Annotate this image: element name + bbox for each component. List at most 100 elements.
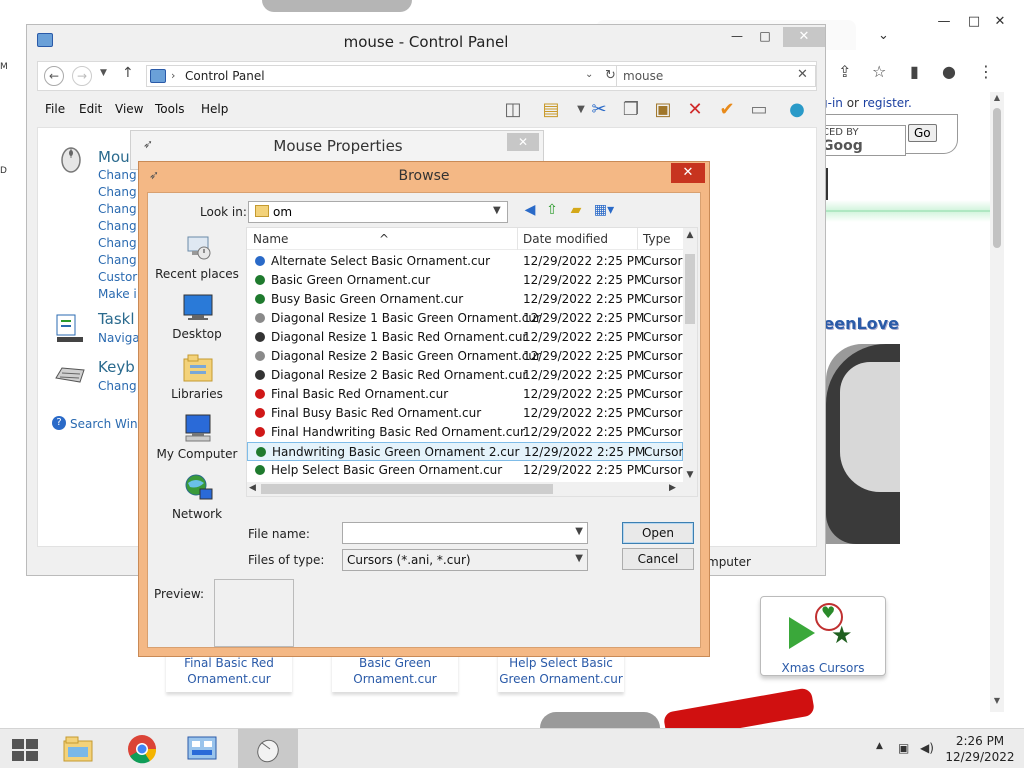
file-row[interactable]: Help Select Basic Green Ornament.cur 12/2… (247, 461, 683, 480)
file-row[interactable]: Diagonal Resize 1 Basic Green Ornament.c… (247, 309, 683, 328)
file-row[interactable]: Final Busy Basic Red Ornament.cur 12/29/2… (247, 404, 683, 423)
clock-date[interactable]: 12/29/2022 (940, 750, 1020, 764)
profile-avatar-icon[interactable]: ● (942, 62, 956, 81)
network-tray-icon[interactable]: ▣ (898, 741, 909, 755)
cursor-card-label[interactable]: Basic Green Ornament.cur (332, 655, 458, 691)
xmas-cursors-card[interactable]: ♥ ★ Xmas Cursors (760, 596, 886, 676)
delete-icon[interactable]: ✕ (683, 99, 707, 121)
menu-file[interactable]: File (45, 102, 65, 116)
mouse-task-link[interactable]: Make i (98, 287, 137, 301)
chevron-down-icon[interactable]: ▼ (575, 526, 583, 537)
file-row[interactable]: Final Handwriting Basic Red Ornament.cur… (247, 423, 683, 442)
layout-pane-icon[interactable]: ◫ (501, 99, 525, 121)
cancel-button[interactable]: Cancel (622, 548, 694, 570)
cut-icon[interactable]: ✂ (587, 99, 611, 121)
search-input[interactable]: mouse ✕ (616, 65, 816, 87)
refresh-icon[interactable]: ↻ (605, 68, 616, 83)
file-row[interactable]: Final Basic Red Ornament.cur 12/29/2022 2… (247, 385, 683, 404)
mouse-task-link[interactable]: Chang (98, 253, 137, 267)
new-folder-icon[interactable]: ▰ (566, 202, 586, 220)
share-icon[interactable]: ⇪ (838, 62, 851, 81)
mouse-task-link[interactable]: Chang (98, 185, 137, 199)
file-list-horizontal-scrollbar[interactable]: ◀ ▶ (247, 482, 697, 496)
show-hidden-icons-icon[interactable]: ▲ (876, 741, 883, 751)
scroll-down-arrow-icon[interactable]: ▼ (683, 470, 697, 480)
close-icon[interactable]: ✕ (671, 163, 705, 183)
side-panel-icon[interactable]: ▮ (910, 62, 919, 81)
keyboard-task-link[interactable]: Chang (98, 379, 137, 393)
mouse-task-link[interactable]: Chang (98, 168, 137, 182)
taskbar-mouse-properties[interactable] (238, 729, 298, 768)
column-header-date[interactable]: Date modified (523, 232, 608, 246)
properties-icon[interactable]: ▭ (747, 99, 771, 121)
recent-locations-chevron-icon[interactable]: ▼ (100, 68, 107, 78)
view-menu-icon[interactable]: ▦▾ (590, 202, 618, 220)
place-recent[interactable]: Recent places (152, 233, 242, 291)
browser-maximize-icon[interactable]: □ (964, 14, 984, 29)
back-arrow-icon[interactable]: ← (44, 66, 64, 86)
scrollbar-thumb[interactable] (685, 254, 695, 324)
scroll-up-arrow-icon[interactable]: ▲ (990, 93, 1004, 102)
column-header-type[interactable]: Type (643, 232, 671, 246)
mouse-task-link[interactable]: Chang (98, 202, 137, 216)
taskbar-section-title[interactable]: Taskl (98, 310, 135, 328)
column-header-name[interactable]: Name (253, 232, 288, 246)
site-search-go-button[interactable]: Go (908, 124, 937, 142)
check-icon[interactable]: ✔ (715, 99, 739, 121)
file-row[interactable]: Diagonal Resize 1 Basic Red Ornament.cur… (247, 328, 683, 347)
mouse-task-link[interactable]: Chang (98, 219, 137, 233)
scrollbar-thumb[interactable] (993, 108, 1001, 248)
file-row[interactable]: Basic Green Ornament.cur 12/29/2022 2:25 … (247, 271, 683, 290)
chevron-down-icon[interactable]: ▼ (493, 205, 501, 216)
scroll-left-arrow-icon[interactable]: ◀ (249, 483, 256, 493)
file-row[interactable]: Alternate Select Basic Ornament.cur 12/29… (247, 252, 683, 271)
browser-minimize-icon[interactable]: — (934, 14, 954, 29)
mouse-task-link[interactable]: Custor (98, 270, 137, 284)
browser-vertical-scrollbar[interactable] (990, 92, 1004, 712)
place-desktop[interactable]: Desktop (152, 293, 242, 351)
browser-menu-icon[interactable]: ⋮ (978, 62, 994, 81)
scroll-right-arrow-icon[interactable]: ▶ (669, 483, 676, 493)
go-back-icon[interactable]: ◀ (520, 202, 540, 220)
address-path[interactable]: Control Panel (185, 69, 265, 83)
scroll-up-arrow-icon[interactable]: ▲ (683, 230, 697, 240)
scroll-down-arrow-icon[interactable]: ▼ (990, 696, 1004, 705)
taskbar-task-link[interactable]: Naviga (98, 331, 140, 345)
browser-close-icon[interactable]: ✕ (990, 14, 1010, 29)
look-in-select[interactable]: om ▼ (248, 201, 508, 223)
address-bar[interactable]: › Control Panel ⌄ ↻ (146, 65, 630, 87)
volume-icon[interactable]: ◀) (920, 741, 934, 755)
taskbar-control-panel[interactable] (174, 729, 234, 768)
clear-search-icon[interactable]: ✕ (797, 67, 808, 82)
address-dropdown-icon[interactable]: ⌄ (585, 69, 593, 80)
control-panel-titlebar[interactable]: mouse - Control Panel — □ ✕ (27, 25, 825, 57)
paste-icon[interactable]: ▣ (651, 99, 675, 121)
up-one-level-icon[interactable]: ⇧ (542, 202, 562, 220)
globe-icon[interactable]: ● (785, 99, 809, 121)
taskbar-file-explorer[interactable] (50, 729, 110, 768)
mouse-task-link[interactable]: Chang (98, 236, 137, 250)
open-button[interactable]: Open (622, 522, 694, 544)
scrollbar-thumb[interactable] (261, 484, 553, 494)
taskbar-chrome[interactable] (114, 729, 174, 768)
search-windows-help-link[interactable]: Search Wind (70, 417, 145, 431)
menu-view[interactable]: View (115, 102, 143, 116)
copy-icon[interactable]: ❐ (619, 99, 643, 121)
menu-tools[interactable]: Tools (155, 102, 185, 116)
file-row[interactable]: Handwriting Basic Green Ornament 2.cur 12… (247, 442, 683, 461)
close-icon[interactable]: ✕ (507, 133, 539, 151)
cursor-card-label[interactable]: Final Basic Red Ornament.cur (166, 655, 292, 691)
register-link[interactable]: register. (863, 96, 912, 110)
keyboard-section-title[interactable]: Keyb (98, 358, 135, 376)
maximize-icon[interactable]: □ (753, 27, 777, 47)
place-network[interactable]: Network (152, 473, 242, 531)
folder-options-icon[interactable]: ▤ (539, 99, 563, 121)
file-name-input[interactable]: ▼ (342, 522, 588, 544)
menu-edit[interactable]: Edit (79, 102, 102, 116)
bookmark-star-icon[interactable]: ☆ (872, 62, 886, 81)
place-libraries[interactable]: Libraries (152, 353, 242, 411)
tab-search-chevron-icon[interactable]: ⌄ (878, 28, 889, 43)
close-icon[interactable]: ✕ (783, 27, 825, 47)
column-separator[interactable] (637, 228, 638, 250)
cursor-card-label[interactable]: Help Select Basic Green Ornament.cur (498, 655, 624, 691)
